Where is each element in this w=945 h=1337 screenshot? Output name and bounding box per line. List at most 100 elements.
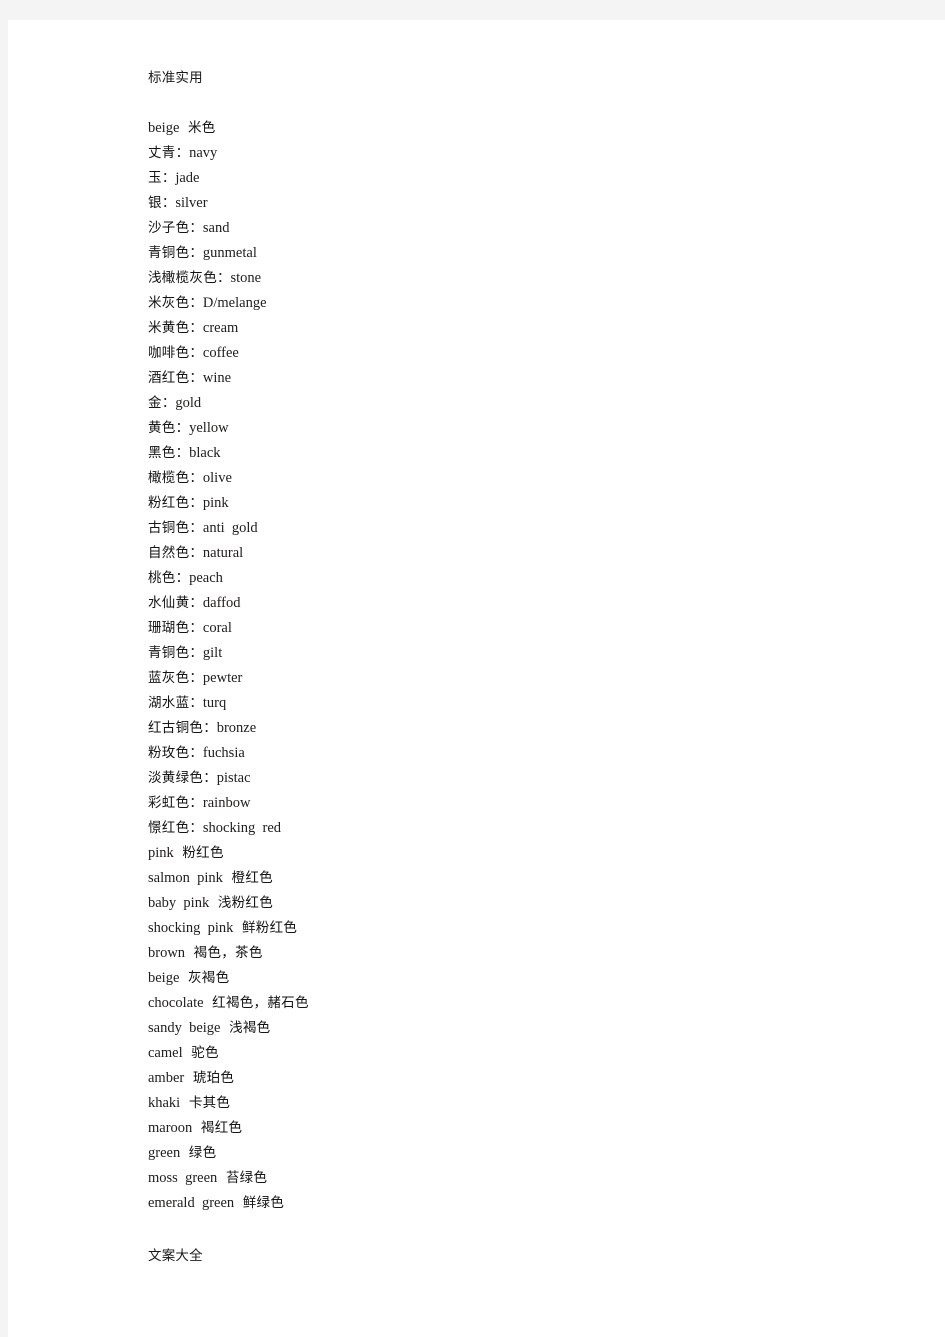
entry-english-term: brown xyxy=(148,945,186,961)
vocabulary-entry: 蓝灰色：pewter xyxy=(148,666,925,691)
entry-separator: ： xyxy=(175,420,190,436)
entry-chinese-term: 粉玫色 xyxy=(148,745,190,761)
entry-chinese-term: 青铜色 xyxy=(148,245,190,261)
entry-english-term: coral xyxy=(202,620,232,636)
entry-english-term: beige xyxy=(148,120,180,136)
entry-english-term: camel xyxy=(148,1045,183,1061)
entry-separator: ： xyxy=(189,370,203,386)
entry-english-term: sandy beige xyxy=(148,1020,221,1036)
header-spacer xyxy=(148,88,925,116)
entry-english-term: fuchsia xyxy=(202,745,245,761)
vocabulary-entry: 咖啡色：coffee xyxy=(148,341,925,366)
entry-chinese-term: 米黄色 xyxy=(148,320,190,336)
vocabulary-entry: 粉红色：pink xyxy=(148,491,925,516)
document-header: 标准实用 xyxy=(148,70,203,86)
entry-chinese-term: 米色 xyxy=(188,120,216,136)
vocabulary-entry: 浅橄榄灰色：stone xyxy=(148,266,925,291)
vocabulary-entry: 银：silver xyxy=(148,191,925,216)
vocabulary-entry: pink 粉红色 xyxy=(148,841,925,866)
entry-chinese-term: 鲜绿色 xyxy=(242,1195,285,1211)
entry-chinese-term: 红褐色，赭石色 xyxy=(212,995,309,1011)
entry-english-term: bronze xyxy=(216,720,257,736)
entry-chinese-term: 浅褐色 xyxy=(229,1020,271,1036)
vocabulary-entry: shocking pink 鲜粉红色 xyxy=(148,916,925,941)
entry-separator xyxy=(180,1145,189,1161)
entry-separator xyxy=(192,1120,201,1136)
vocabulary-entry: 憬红色：shocking red xyxy=(148,816,925,841)
entry-chinese-term: 褐色，茶色 xyxy=(193,945,263,961)
vocabulary-entry: 金：gold xyxy=(148,391,925,416)
entry-separator xyxy=(234,1195,243,1211)
entry-chinese-term: 米灰色 xyxy=(148,295,190,311)
vocabulary-entry: 彩虹色：rainbow xyxy=(148,791,925,816)
entry-chinese-term: 玉 xyxy=(148,170,162,186)
entry-separator: ： xyxy=(175,145,190,161)
vocabulary-entry: 湖水蓝：turq xyxy=(148,691,925,716)
entry-separator: ： xyxy=(161,195,176,211)
entry-english-term: natural xyxy=(202,545,244,561)
entry-separator: ： xyxy=(189,670,203,686)
vocabulary-entry: 黄色：yellow xyxy=(148,416,925,441)
entry-separator xyxy=(179,120,188,136)
entry-chinese-term: 古铜色 xyxy=(148,520,190,536)
vocabulary-entry: 桃色：peach xyxy=(148,566,925,591)
entry-chinese-term: 丈青 xyxy=(148,145,176,161)
entry-english-term: gold xyxy=(175,395,202,411)
entry-chinese-term: 酒红色 xyxy=(148,370,190,386)
entry-chinese-term: 咖啡色 xyxy=(148,345,190,361)
entry-chinese-term: 沙子色 xyxy=(148,220,190,236)
vocabulary-entry: emerald green 鲜绿色 xyxy=(148,1191,925,1216)
entry-english-term: pink xyxy=(202,495,229,511)
entry-separator: ： xyxy=(203,720,217,736)
entry-separator: ： xyxy=(175,570,190,586)
entry-english-term: green xyxy=(148,1145,181,1161)
entry-separator: ： xyxy=(189,545,203,561)
entry-english-term: anti gold xyxy=(202,520,258,536)
vocabulary-entry: khaki 卡其色 xyxy=(148,1091,925,1116)
entry-separator: ： xyxy=(189,645,203,661)
entry-separator: ： xyxy=(189,345,203,361)
entry-english-term: D/melange xyxy=(202,295,267,311)
entry-chinese-term: 金 xyxy=(148,395,162,411)
entry-english-term: navy xyxy=(189,145,218,161)
entry-chinese-term: 橙红色 xyxy=(231,870,273,886)
entry-chinese-term: 粉红色 xyxy=(148,495,190,511)
entry-chinese-term: 自然色 xyxy=(148,545,190,561)
entry-separator: ： xyxy=(189,820,203,836)
entry-chinese-term: 苔绿色 xyxy=(225,1170,268,1186)
entry-english-term: salmon pink xyxy=(148,870,223,886)
entry-chinese-term: 褐红色 xyxy=(200,1120,243,1136)
vocabulary-entry: chocolate 红褐色，赭石色 xyxy=(148,991,925,1016)
vocabulary-entry: 水仙黄：daffod xyxy=(148,591,925,616)
entry-chinese-term: 桃色 xyxy=(148,570,176,586)
entry-separator: ： xyxy=(161,395,176,411)
entry-separator: ： xyxy=(203,770,217,786)
vocabulary-entry: baby pink 浅粉红色 xyxy=(148,891,925,916)
entry-separator xyxy=(204,995,213,1011)
vocabulary-entry: 橄榄色：olive xyxy=(148,466,925,491)
entry-chinese-term: 黄色 xyxy=(148,420,176,436)
vocabulary-entry: 沙子色：sand xyxy=(148,216,925,241)
entry-separator: ： xyxy=(217,270,231,286)
vocabulary-entry: amber 琥珀色 xyxy=(148,1066,925,1091)
entry-english-term: shocking red xyxy=(202,820,282,836)
entry-separator: ： xyxy=(189,245,203,261)
vocabulary-entry: 黑色：black xyxy=(148,441,925,466)
entry-separator: ： xyxy=(189,695,203,711)
entry-separator: ： xyxy=(189,220,203,236)
entry-english-term: wine xyxy=(202,370,232,386)
entry-english-term: daffod xyxy=(202,595,241,611)
entry-separator: ： xyxy=(189,470,203,486)
entry-chinese-term: 银 xyxy=(148,195,162,211)
color-vocabulary-list: beige 米色 丈青：navy 玉：jade 银：silver 沙子色：sand 青铜色… xyxy=(148,116,925,1216)
entry-english-term: black xyxy=(189,445,221,461)
entry-separator xyxy=(183,1045,192,1061)
entry-chinese-term: 驼色 xyxy=(191,1045,219,1061)
entry-chinese-term: 鲜粉红色 xyxy=(241,920,298,936)
vocabulary-entry: green 绿色 xyxy=(148,1141,925,1166)
entry-english-term: gunmetal xyxy=(202,245,257,261)
vocabulary-entry: 米黄色：cream xyxy=(148,316,925,341)
vocabulary-entry: beige 灰褐色 xyxy=(148,966,925,991)
entry-english-term: beige xyxy=(148,970,180,986)
entry-english-term: shocking pink xyxy=(148,920,234,936)
